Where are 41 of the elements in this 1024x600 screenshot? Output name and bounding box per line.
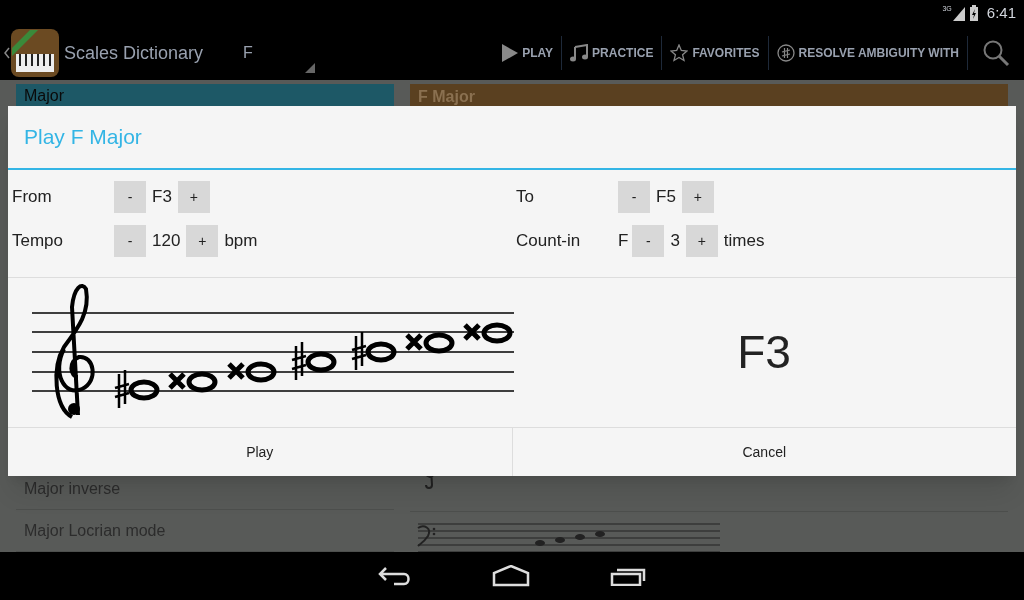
music-note-icon: [570, 44, 589, 62]
field-label: F: [618, 230, 629, 253]
stepper-button[interactable]: +: [681, 181, 714, 213]
star-icon: [670, 44, 689, 62]
battery-icon: [968, 5, 979, 21]
field-label: Tempo: [12, 230, 65, 253]
search-icon: [982, 39, 1010, 67]
stepper-button[interactable]: +: [685, 225, 718, 257]
field-value: 3: [669, 230, 681, 253]
stepper-button[interactable]: +: [177, 181, 210, 213]
unit-label: bpm: [224, 230, 258, 253]
field-label: Count-in: [516, 230, 582, 253]
sharp-circle-icon: [776, 44, 795, 62]
home-button[interactable]: [492, 565, 530, 587]
action-button[interactable]: RESOLVE AMBIGUITY WITH: [768, 36, 968, 70]
play-icon: [502, 44, 519, 62]
dialog-button[interactable]: Cancel: [511, 428, 1016, 476]
stepper-button[interactable]: -: [114, 225, 146, 257]
dialog-title: Play F Major: [8, 106, 1016, 170]
unit-label: times: [723, 230, 765, 253]
recent-apps-button[interactable]: [610, 566, 646, 586]
field-value: 120: [151, 230, 182, 253]
caret-icon: [4, 47, 10, 59]
action-button[interactable]: FAVORITES: [662, 36, 769, 70]
app-title: Scales Dictionary: [64, 41, 204, 65]
action-button[interactable]: PRACTICE: [562, 36, 663, 70]
field-label: To: [516, 186, 535, 209]
stepper-button[interactable]: -: [632, 225, 665, 257]
action-button[interactable]: PLAY: [494, 36, 563, 70]
stepper-button[interactable]: -: [114, 181, 146, 213]
scale-spinner[interactable]: F: [235, 33, 316, 73]
field-value: F3: [151, 186, 173, 209]
field-value: F5: [655, 186, 677, 209]
stepper-button[interactable]: +: [186, 225, 219, 257]
stepper-button[interactable]: -: [618, 181, 650, 213]
field-label: From: [12, 186, 53, 209]
dropdown-corner-icon: [305, 63, 316, 73]
app-logo: [10, 28, 60, 78]
current-note: F3: [737, 325, 791, 380]
back-button[interactable]: [378, 566, 412, 586]
clock: 6:41: [986, 2, 1016, 23]
